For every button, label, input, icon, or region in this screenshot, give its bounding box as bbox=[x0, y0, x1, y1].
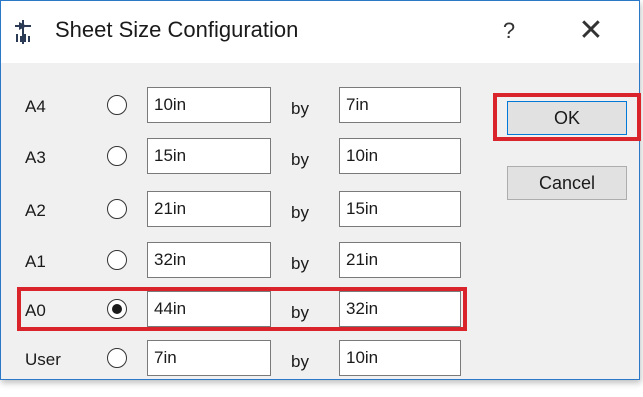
size-row-user: User by bbox=[1, 340, 471, 380]
ok-button[interactable]: OK bbox=[507, 101, 627, 135]
height-field[interactable] bbox=[339, 87, 461, 123]
height-field[interactable] bbox=[339, 191, 461, 227]
width-field[interactable] bbox=[147, 242, 271, 278]
size-label: A2 bbox=[25, 201, 46, 220]
by-label: by bbox=[291, 99, 309, 118]
height-field[interactable] bbox=[339, 340, 461, 376]
size-label: A0 bbox=[25, 301, 46, 320]
by-label: by bbox=[291, 352, 309, 371]
size-row-a3: A3 by bbox=[1, 138, 471, 178]
cancel-button[interactable]: Cancel bbox=[507, 166, 627, 200]
by-label: by bbox=[291, 303, 309, 322]
size-radio[interactable] bbox=[107, 146, 127, 166]
title-bar: Sheet Size Configuration ? ✕ bbox=[1, 1, 639, 63]
width-field[interactable] bbox=[147, 138, 271, 174]
radio-dot bbox=[112, 304, 122, 314]
height-field[interactable] bbox=[339, 291, 461, 327]
by-label: by bbox=[291, 203, 309, 222]
height-field[interactable] bbox=[339, 242, 461, 278]
dialog-title: Sheet Size Configuration bbox=[55, 17, 299, 42]
height-field[interactable] bbox=[339, 138, 461, 174]
width-field[interactable] bbox=[147, 191, 271, 227]
size-row-a2: A2 by bbox=[1, 191, 471, 231]
size-label: User bbox=[25, 350, 61, 369]
size-radio[interactable] bbox=[107, 199, 127, 219]
by-label: by bbox=[291, 254, 309, 273]
close-button[interactable]: ✕ bbox=[567, 11, 615, 51]
size-row-a1: A1 by bbox=[1, 242, 471, 282]
sheet-size-dialog: Sheet Size Configuration ? ✕ A4 by A3 by A2 b… bbox=[0, 0, 641, 380]
size-label: A1 bbox=[25, 252, 46, 271]
size-label: A3 bbox=[25, 148, 46, 167]
width-field[interactable] bbox=[147, 340, 271, 376]
size-radio[interactable] bbox=[107, 299, 127, 319]
schematic-app-icon bbox=[11, 20, 35, 44]
size-row-a4: A4 by bbox=[1, 87, 471, 127]
by-label: by bbox=[291, 150, 309, 169]
size-radio[interactable] bbox=[107, 95, 127, 115]
size-radio[interactable] bbox=[107, 250, 127, 270]
width-field[interactable] bbox=[147, 291, 271, 327]
help-button[interactable]: ? bbox=[489, 13, 529, 49]
size-row-a0: A0 by bbox=[1, 291, 471, 331]
size-label: A4 bbox=[25, 97, 46, 116]
size-radio[interactable] bbox=[107, 348, 127, 368]
width-field[interactable] bbox=[147, 87, 271, 123]
